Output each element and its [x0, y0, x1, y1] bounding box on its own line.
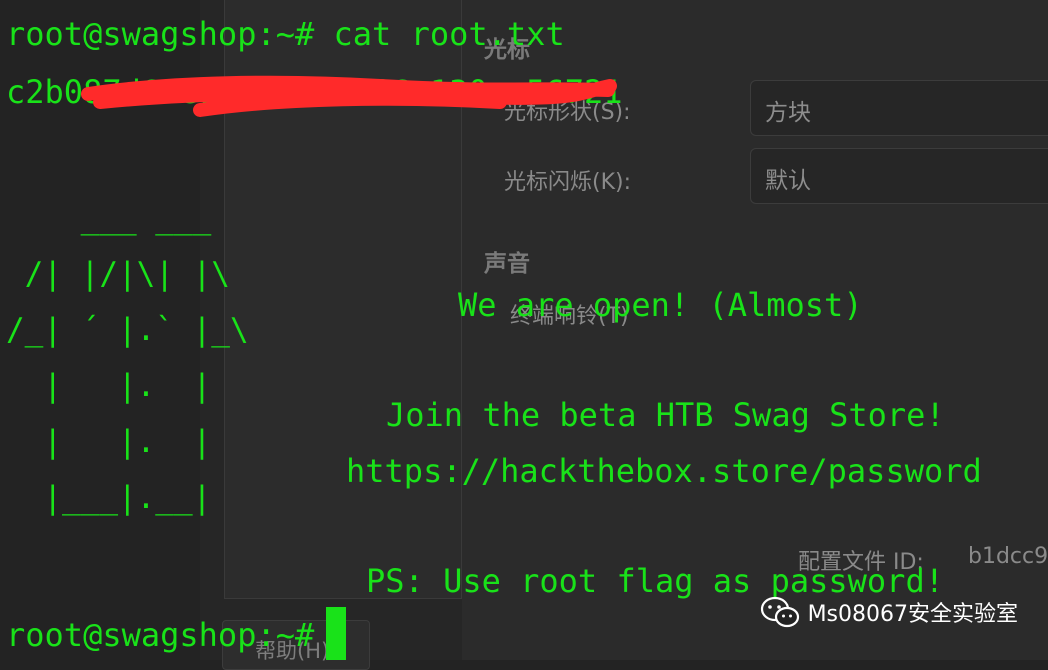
cursor-blink-label: 光标闪烁(K): — [504, 170, 632, 195]
motd-url: https://hackthebox.store/password — [346, 452, 982, 490]
terminal-prompt[interactable]: root@swagshop:~# — [6, 616, 314, 654]
terminal-output[interactable]: root@swagshop:~# cat root.txt c2b087d66e… — [6, 12, 623, 144]
terminal-cursor — [326, 607, 346, 660]
ascii-line: ___ ___ — [6, 200, 212, 236]
ascii-line: /| |/|\| |\ — [6, 256, 230, 292]
ascii-line: |___|.__| — [6, 480, 212, 516]
terminal-command-line: root@swagshop:~# cat root.txt — [6, 15, 565, 53]
ascii-line: | |. | — [6, 368, 212, 404]
cursor-shape-select[interactable]: 方块 — [750, 80, 1048, 136]
motd-ps: PS: Use root flag as password! — [366, 562, 944, 600]
sound-section-heading: 声音 — [484, 251, 530, 277]
ascii-line: | |. | — [6, 424, 212, 460]
profile-id-value: b1dcc9 — [968, 544, 1048, 569]
motd-join: Join the beta HTB Swag Store! — [386, 396, 945, 434]
wechat-icon — [760, 596, 799, 628]
cursor-shape-value: 方块 — [765, 100, 811, 126]
ascii-art-logo: ___ ___ /| |/|\| |\ /_| ´ |.` |_\ | |. |… — [6, 190, 249, 526]
cursor-blink-value: 默认 — [765, 168, 811, 194]
ascii-line: /_| ´ |.` |_\ — [6, 312, 249, 348]
watermark: Ms08067安全实验室 — [760, 596, 1018, 628]
redaction-scribble — [81, 75, 617, 117]
motd-open: We are open! (Almost) — [458, 286, 863, 324]
cursor-blink-select[interactable]: 默认 — [750, 148, 1048, 204]
watermark-text: Ms08067安全实验室 — [807, 602, 1018, 627]
